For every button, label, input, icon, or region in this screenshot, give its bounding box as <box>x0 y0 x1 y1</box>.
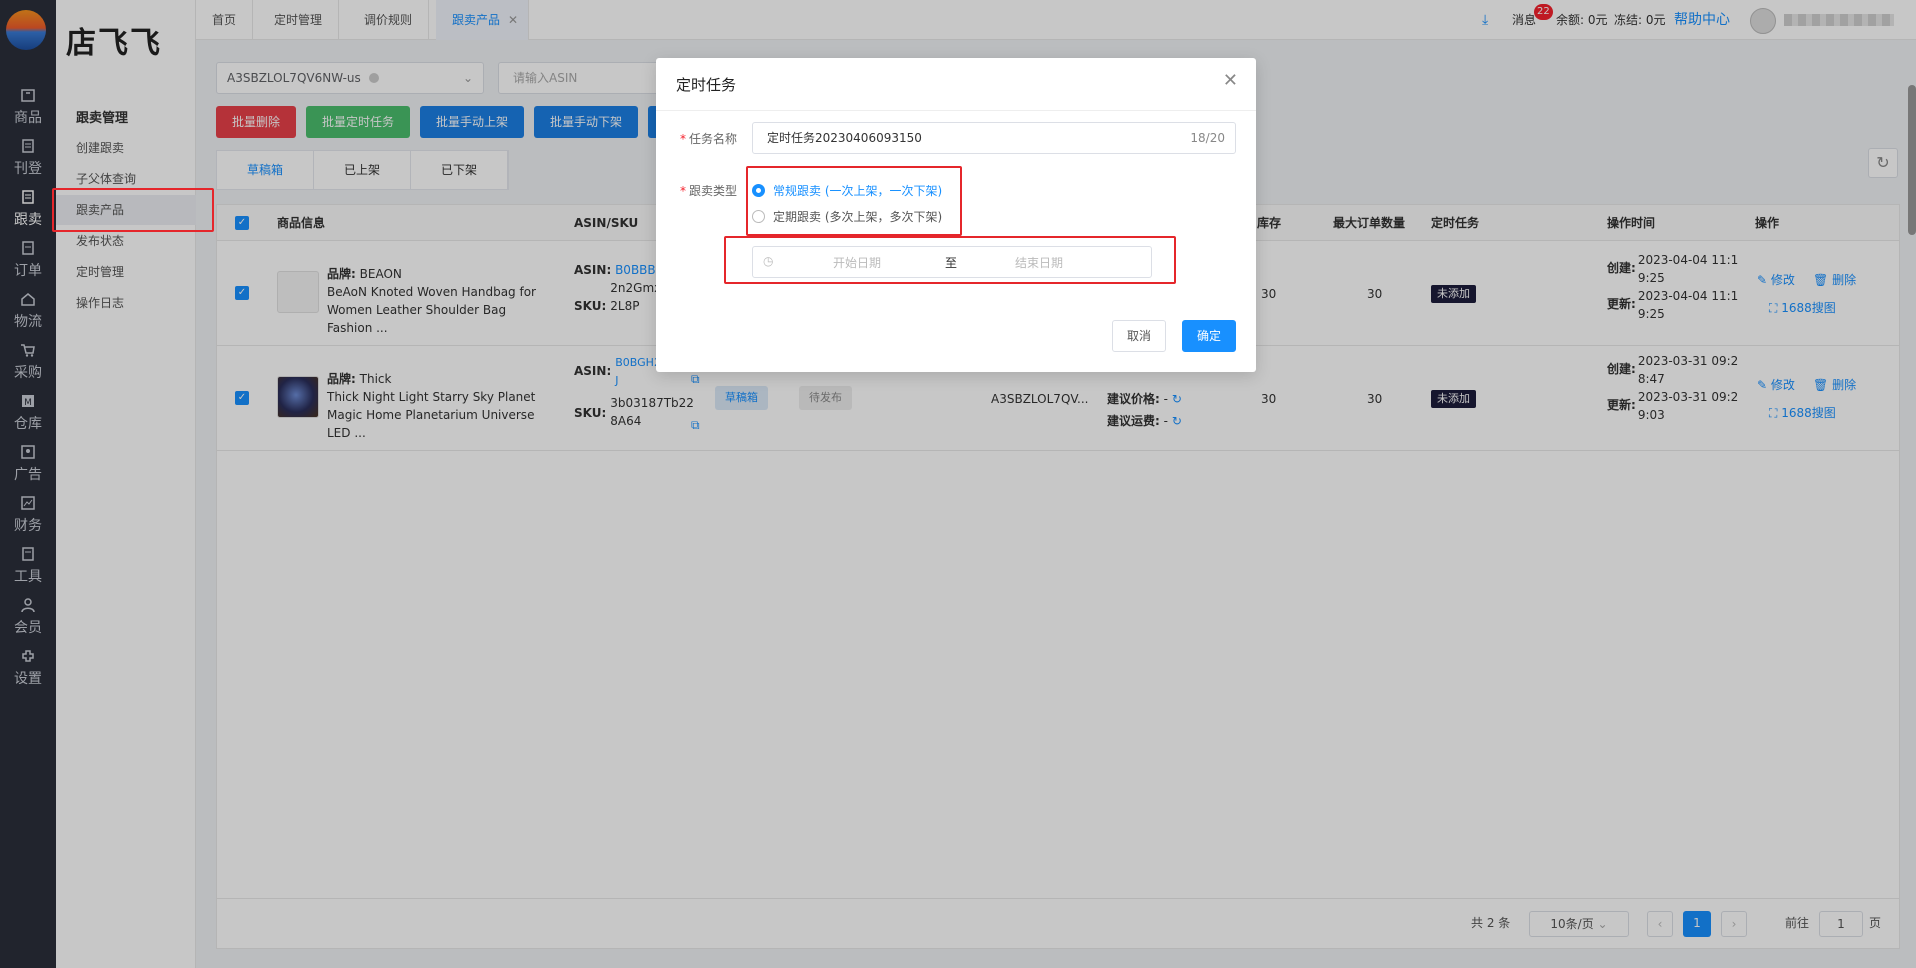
type-label: * 跟卖类型 <box>680 182 737 199</box>
task-name-label: * 任务名称 <box>680 130 737 147</box>
required-mark: * <box>680 132 686 146</box>
dialog-divider <box>656 110 1256 111</box>
char-count: 18/20 <box>1190 131 1225 145</box>
type-label-text: 跟卖类型 <box>689 184 738 198</box>
close-icon[interactable]: ✕ <box>1223 70 1238 91</box>
highlight-box-subnav <box>52 188 214 232</box>
cancel-button[interactable]: 取消 <box>1111 320 1166 352</box>
task-name-value: 定时任务20230406093150 <box>767 131 922 145</box>
timed-task-dialog: 定时任务 ✕ * 任务名称 定时任务20230406093150 18/20 * 跟… <box>656 58 1256 372</box>
task-name-input[interactable]: 定时任务20230406093150 18/20 <box>752 122 1236 154</box>
highlight-box-type <box>746 166 962 236</box>
dialog-title: 定时任务 <box>676 76 737 94</box>
required-mark: * <box>680 184 686 198</box>
task-name-label-text: 任务名称 <box>689 132 738 146</box>
highlight-box-date <box>724 236 1176 284</box>
confirm-button[interactable]: 确定 <box>1181 320 1236 352</box>
